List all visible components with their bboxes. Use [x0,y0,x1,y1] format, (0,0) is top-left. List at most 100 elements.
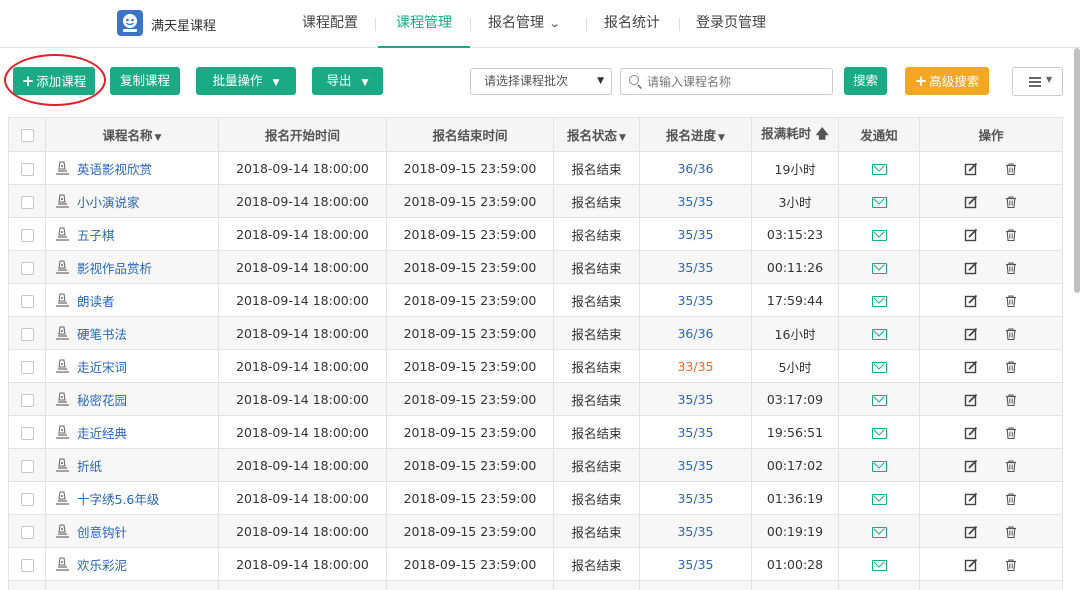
mail-icon[interactable] [871,394,887,406]
batch-ops-button[interactable]: 批量操作 ▼ [196,67,296,95]
course-name-link[interactable]: 秘密花园 [77,393,127,408]
course-batch-select[interactable]: 请选择课程批次 ▼ [470,68,612,95]
copy-course-button[interactable]: 复制课程 [110,67,180,95]
row-checkbox[interactable] [20,492,34,506]
edit-icon[interactable] [964,261,978,275]
edit-icon[interactable] [964,525,978,539]
edit-icon[interactable] [964,162,978,176]
mail-icon[interactable] [871,163,887,175]
row-checkbox[interactable] [20,360,34,374]
course-name-link[interactable]: 小小演说家 [77,195,140,210]
row-checkbox[interactable] [20,195,34,209]
progress-link[interactable]: 36/36 [677,161,713,176]
edit-icon[interactable] [964,327,978,341]
course-name-link[interactable]: 五子棋 [77,228,115,243]
progress-link[interactable]: 36/36 [677,326,713,341]
trash-icon[interactable] [1004,294,1018,308]
select-all-checkbox[interactable] [20,129,34,142]
edit-icon[interactable] [964,426,978,440]
trash-icon[interactable] [1004,261,1018,275]
row-checkbox[interactable] [20,261,34,275]
row-checkbox[interactable] [20,294,34,308]
trash-icon[interactable] [1004,492,1018,506]
mail-icon[interactable] [871,559,887,571]
row-checkbox[interactable] [20,426,34,440]
header-duration[interactable]: 报满耗时 🡅 [751,117,839,152]
row-checkbox[interactable] [20,228,34,242]
progress-link[interactable]: 35/35 [677,260,713,275]
mail-icon[interactable] [871,526,887,538]
row-checkbox[interactable] [20,393,34,407]
course-name-link[interactable]: 十字绣5.6年级 [77,492,159,507]
mail-icon[interactable] [871,328,887,340]
progress-link[interactable]: 35/35 [677,227,713,242]
progress-link[interactable]: 35/35 [677,458,713,473]
row-checkbox[interactable] [20,525,34,539]
header-progress[interactable]: 报名进度 ▼ [639,117,752,152]
mail-icon[interactable] [871,295,887,307]
nav-login-page-manage[interactable]: 登录页管理 [696,0,766,48]
columns-menu-button[interactable]: ▼ [1012,67,1063,96]
trash-icon[interactable] [1004,162,1018,176]
trash-icon[interactable] [1004,195,1018,209]
edit-icon[interactable] [964,195,978,209]
progress-link[interactable]: 35/35 [677,425,713,440]
export-button[interactable]: 导出 ▼ [312,67,383,95]
edit-icon[interactable] [964,360,978,374]
course-name-link[interactable]: 欢乐彩泥 [77,558,127,573]
edit-icon[interactable] [964,393,978,407]
mail-icon[interactable] [871,493,887,505]
mail-icon[interactable] [871,196,887,208]
course-name-link[interactable]: 折纸 [77,459,102,474]
mail-icon[interactable] [871,229,887,241]
row-checkbox[interactable] [20,558,34,572]
nav-course-manage[interactable]: 课程管理 [378,0,470,48]
progress-link[interactable]: 35/35 [677,557,713,572]
course-name-link[interactable]: 走近经典 [77,426,127,441]
mail-icon[interactable] [871,460,887,472]
progress-link[interactable]: 35/35 [677,194,713,209]
search-button[interactable]: 搜索 [844,67,887,95]
status-cell: 报名结束 [553,481,640,515]
trash-icon[interactable] [1004,426,1018,440]
add-course-button[interactable]: + 添加课程 [13,67,95,95]
mail-icon[interactable] [871,427,887,439]
progress-link[interactable]: 35/35 [677,392,713,407]
trash-icon[interactable] [1004,360,1018,374]
nav-course-config[interactable]: 课程配置 [302,0,358,48]
trash-icon[interactable] [1004,525,1018,539]
search-input[interactable] [647,69,827,94]
trash-icon[interactable] [1004,393,1018,407]
course-name-link[interactable]: 创意钩针 [77,525,127,540]
advanced-search-button[interactable]: + 高级搜索 [905,67,989,95]
course-name-link[interactable]: 英语影视欣赏 [77,162,152,177]
edit-icon[interactable] [964,459,978,473]
trash-icon[interactable] [1004,558,1018,572]
edit-icon[interactable] [964,558,978,572]
scrollbar[interactable] [1074,48,1080,293]
mail-icon[interactable] [871,361,887,373]
nav-signup-manage[interactable]: 报名管理 ⌄ [488,0,561,48]
mail-icon[interactable] [871,262,887,274]
course-name-link[interactable]: 硬笔书法 [77,327,127,342]
trash-icon[interactable] [1004,459,1018,473]
notify-cell [838,448,920,482]
progress-link[interactable]: 35/35 [677,491,713,506]
nav-signup-stats[interactable]: 报名统计 [604,0,660,48]
trash-icon[interactable] [1004,327,1018,341]
header-status[interactable]: 报名状态 ▼ [553,117,640,152]
edit-icon[interactable] [964,294,978,308]
progress-link[interactable]: 33/35 [677,359,713,374]
trash-icon[interactable] [1004,228,1018,242]
row-checkbox[interactable] [20,327,34,341]
progress-link[interactable]: 35/35 [677,524,713,539]
row-checkbox[interactable] [20,459,34,473]
row-checkbox[interactable] [20,162,34,176]
edit-icon[interactable] [964,228,978,242]
course-name-link[interactable]: 走近宋词 [77,360,127,375]
header-course-name[interactable]: 课程名称 ▼ [45,117,219,152]
course-name-link[interactable]: 影视作品赏析 [77,261,152,276]
progress-link[interactable]: 35/35 [677,293,713,308]
course-name-link[interactable]: 朗读者 [77,294,115,309]
edit-icon[interactable] [964,492,978,506]
